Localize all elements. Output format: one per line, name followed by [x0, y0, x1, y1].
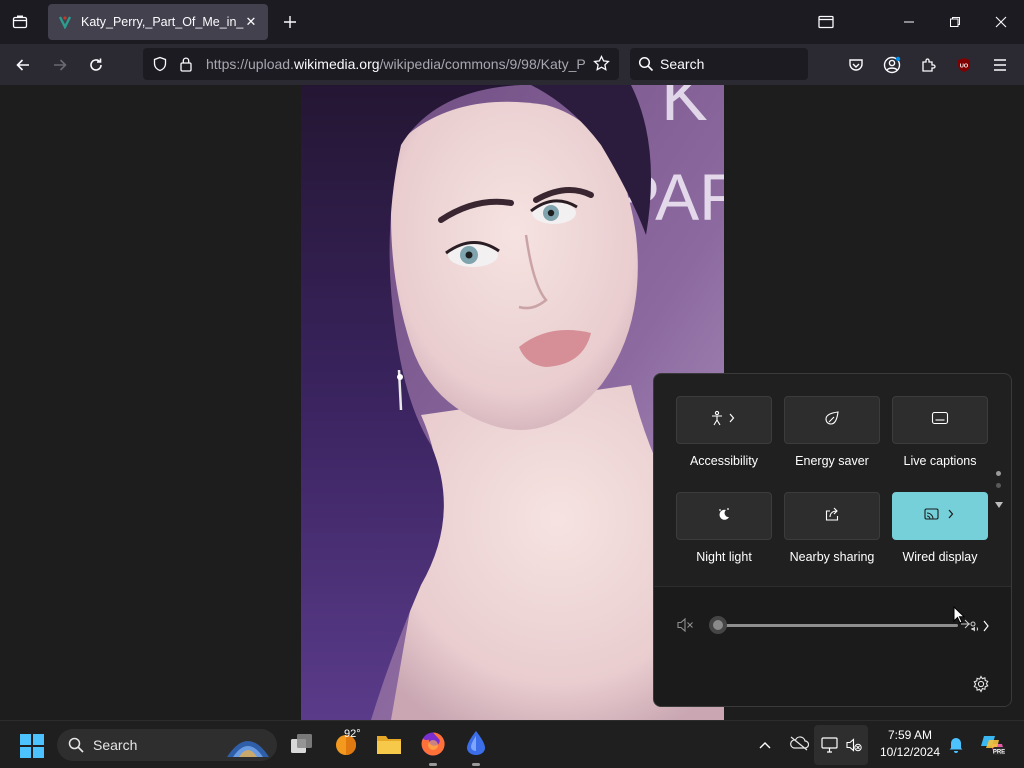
search-bar-label: Search [660, 56, 705, 72]
quick-settings-panel: Accessibility Energy saver Live captions… [653, 373, 1012, 707]
page-dot-1[interactable] [996, 471, 1001, 476]
url-domain: wikimedia.org [293, 56, 380, 72]
live-captions-icon [931, 411, 949, 430]
live-captions-tile[interactable] [892, 396, 988, 444]
pocket-icon[interactable] [843, 52, 869, 78]
audio-output-chevron-icon[interactable] [982, 619, 990, 637]
nearby-sharing-tile[interactable] [784, 492, 880, 540]
night-light-tile[interactable] [676, 492, 772, 540]
volume-section [654, 586, 1011, 706]
accessibility-label: Accessibility [689, 454, 759, 468]
address-bar[interactable]: https://upload.wikimedia.org/wikipedia/c… [143, 48, 619, 80]
wired-display-icon [923, 507, 957, 526]
svg-text:PRE: PRE [993, 750, 1005, 756]
app-droplet-icon[interactable] [465, 730, 487, 761]
svg-text:UO: UO [960, 64, 969, 70]
mouse-cursor-icon [953, 605, 966, 629]
wired-display-tile[interactable] [892, 492, 988, 540]
page-dot-2[interactable] [996, 483, 1001, 488]
weather-temp: 92° [344, 728, 361, 740]
night-light-icon [716, 506, 732, 527]
wired-display-label: Wired display [902, 550, 978, 564]
clock-time: 7:59 AM [887, 728, 933, 742]
bookmark-star-icon[interactable] [593, 54, 610, 75]
scroll-down-icon[interactable] [994, 496, 1004, 514]
new-tab-button[interactable] [278, 10, 302, 34]
restore-button[interactable] [943, 10, 967, 34]
tab-title: Katy_Perry,_Part_Of_Me_in_Sydney [81, 15, 244, 29]
file-explorer-icon[interactable] [376, 733, 402, 760]
night-light-label: Night light [696, 550, 752, 564]
ublock-origin-icon[interactable]: UO [951, 52, 977, 78]
settings-gear-icon[interactable] [972, 675, 990, 698]
accessibility-icon [710, 410, 738, 431]
close-window-button[interactable] [989, 10, 1013, 34]
taskbar: Search 92° 7:59 AM 10/12/2024 PRE [0, 720, 1024, 768]
tab-strip: Katy_Perry,_Part_Of_Me_in_Sydney ✕ [0, 0, 1024, 44]
url-text[interactable]: https://upload.wikimedia.org/wikipedia/c… [206, 56, 586, 72]
url-prefix: https://upload. [206, 56, 294, 72]
nearby-sharing-icon [824, 506, 840, 527]
url-path: /wikipedia/commons/9/98/Katy_Perry,_Part… [379, 56, 586, 72]
tab-close-icon[interactable]: ✕ [244, 14, 258, 30]
extensions-puzzle-icon[interactable] [915, 52, 941, 78]
speaker-muted-icon[interactable] [676, 617, 694, 638]
clock-date: 10/12/2024 [879, 745, 941, 759]
account-icon[interactable] [879, 52, 905, 78]
task-view-icon[interactable] [290, 733, 314, 760]
taskbar-clock[interactable]: 7:59 AM 10/12/2024 [872, 727, 948, 761]
navigation-toolbar: https://upload.wikimedia.org/wikipedia/c… [0, 44, 1024, 85]
live-captions-label: Live captions [903, 454, 977, 468]
quick-settings-tray-button[interactable] [814, 725, 868, 765]
onedrive-offline-icon[interactable] [789, 735, 810, 756]
hamburger-menu-icon[interactable] [987, 52, 1013, 78]
show-hidden-icons-chevron-icon[interactable] [758, 737, 772, 755]
accessibility-tile[interactable] [676, 396, 772, 444]
firefox-running-indicator [429, 763, 437, 766]
energy-saver-label: Energy saver [795, 454, 869, 468]
volume-slider-track[interactable] [718, 624, 958, 627]
lock-icon[interactable] [179, 56, 193, 75]
volume-slider-thumb[interactable] [709, 616, 727, 634]
energy-saver-icon [823, 410, 841, 431]
network-display-icon [821, 737, 839, 758]
nearby-sharing-label: Nearby sharing [789, 550, 875, 564]
app-running-indicator [472, 763, 480, 766]
search-icon [638, 56, 654, 75]
tab-active[interactable]: Katy_Perry,_Part_Of_Me_in_Sydney ✕ [48, 4, 268, 40]
taskbar-search-label: Search [93, 737, 138, 753]
notification-bell-icon[interactable] [948, 735, 964, 758]
taskbar-search-icon [68, 737, 84, 756]
back-button[interactable] [10, 52, 36, 78]
volume-muted-tray-icon [846, 737, 862, 758]
reload-button[interactable] [83, 52, 109, 78]
minimize-button[interactable] [897, 10, 921, 34]
windows-start-icon[interactable] [20, 734, 44, 763]
energy-saver-tile[interactable] [784, 396, 880, 444]
tracking-protection-shield-icon[interactable] [152, 56, 168, 75]
wikimedia-favicon-icon [58, 15, 72, 30]
firefox-view-icon[interactable] [8, 10, 32, 34]
search-highlight-icon [225, 731, 271, 762]
copilot-icon[interactable]: PRE [980, 732, 1006, 763]
search-bar[interactable]: Search [630, 48, 808, 80]
forward-button[interactable] [47, 52, 73, 78]
list-all-tabs-icon[interactable] [814, 10, 838, 34]
firefox-taskbar-icon[interactable] [420, 731, 446, 762]
taskbar-search-box[interactable]: Search [57, 729, 277, 761]
banner-text-top: K [661, 85, 708, 135]
